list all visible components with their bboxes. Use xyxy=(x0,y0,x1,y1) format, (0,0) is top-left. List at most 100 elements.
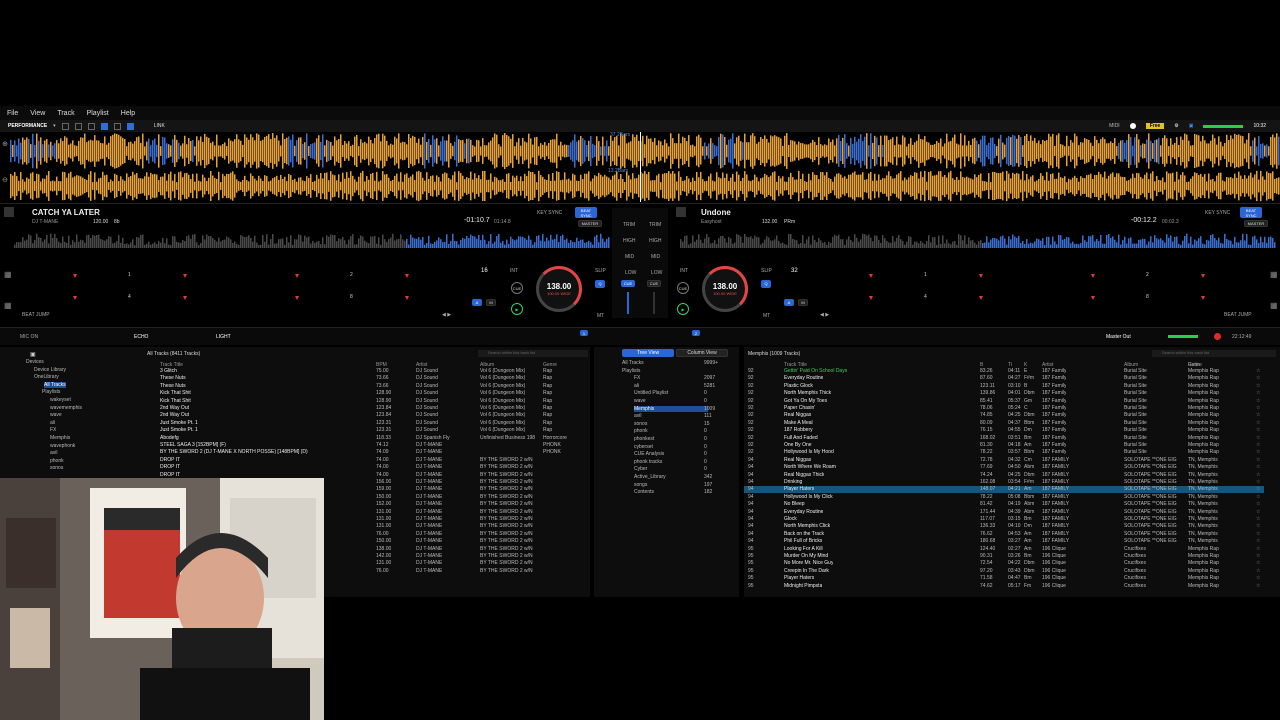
left-table-cell[interactable]: BY THE SWORD 2 w/N xyxy=(480,494,533,501)
right-table-cell[interactable]: Real Niggas xyxy=(784,412,811,419)
right-table-cell[interactable]: SOLOTAPE **ONE EIG xyxy=(1124,494,1177,501)
left-table-cell[interactable]: 152.00 xyxy=(376,501,391,508)
tree-item[interactable]: wavememphis xyxy=(50,405,82,411)
right-table-cell[interactable]: Gettin' Paid On School Days xyxy=(784,368,847,375)
right-table-cell[interactable]: 187 Family xyxy=(1042,383,1066,390)
deck1-cue-button[interactable]: CUE xyxy=(511,282,523,294)
left-table-cell[interactable]: DJ T-MANE xyxy=(416,568,442,575)
left-table-cell[interactable]: Vol 6 (Dungeon Mix) xyxy=(480,368,525,375)
left-table-cell[interactable]: These Nuts xyxy=(160,383,186,390)
right-table-cell[interactable]: 90.31 xyxy=(980,553,993,560)
right-table-cell[interactable]: Phil Full of Bricks xyxy=(784,538,822,545)
rating-star-icon[interactable]: ☆ xyxy=(1256,575,1260,582)
right-table-cell[interactable]: 76.15 xyxy=(980,427,993,434)
deck2-menu-icon[interactable]: ▦ xyxy=(1270,301,1278,310)
right-table-cell[interactable]: North Memphis Thick xyxy=(784,390,831,397)
right-table-cell[interactable]: 04:53 xyxy=(1008,531,1021,538)
right-table-cell[interactable]: 92 xyxy=(748,398,754,405)
deck2-q-button[interactable]: Q xyxy=(761,280,771,288)
left-table-cell[interactable]: DJ T-MANE xyxy=(416,538,442,545)
playlist-item[interactable]: songs xyxy=(634,482,708,488)
right-table-cell[interactable]: TN, Memphis xyxy=(1188,509,1218,516)
playlist-item[interactable]: Contents xyxy=(634,489,708,495)
deck1-int[interactable]: INT xyxy=(510,268,518,274)
rating-star-icon[interactable]: ☆ xyxy=(1256,405,1260,412)
channel-fader-2[interactable] xyxy=(653,292,655,314)
right-table-cell[interactable]: 123.11 xyxy=(980,383,995,390)
right-table-cell[interactable]: Dbm xyxy=(1024,568,1035,575)
deck2-beat-sync-button[interactable]: BEAT SYNC xyxy=(1240,207,1262,218)
menu-view[interactable]: View xyxy=(30,110,45,117)
left-table-cell[interactable]: 73.66 xyxy=(376,383,389,390)
right-table-cell[interactable]: 92 xyxy=(748,442,754,449)
right-table-cell[interactable]: Am xyxy=(1024,538,1032,545)
rating-star-icon[interactable]: ☆ xyxy=(1256,442,1260,449)
left-table-cell[interactable]: DJ Sound xyxy=(416,375,438,382)
right-table-cell[interactable]: 87.60 xyxy=(980,375,993,382)
deck1-beat-jump[interactable]: BEAT JUMP xyxy=(22,312,50,318)
right-table-cell[interactable]: Burial Site xyxy=(1124,420,1147,427)
left-table-cell[interactable]: DJ T-MANE xyxy=(416,479,442,486)
right-table-cell[interactable]: 124.40 xyxy=(980,546,995,553)
right-table-cell[interactable]: Memphis Rap xyxy=(1188,442,1219,449)
right-table-cell[interactable]: Am xyxy=(1024,486,1032,493)
cue-button-2[interactable]: CUE xyxy=(647,280,661,287)
right-table-cell[interactable]: 187 Family xyxy=(1042,412,1066,419)
left-table-cell[interactable]: Rap xyxy=(543,398,552,405)
right-table-cell[interactable]: 95 xyxy=(748,553,754,560)
rating-star-icon[interactable]: ☆ xyxy=(1256,583,1260,590)
left-table-cell[interactable]: DJ T-MANE xyxy=(416,494,442,501)
deck2-loop-size[interactable]: 32 xyxy=(791,268,798,274)
hotcue-pad-label[interactable]: 1 xyxy=(924,272,927,278)
right-table-cell[interactable]: 187 Family xyxy=(1042,375,1066,382)
rating-star-icon[interactable]: ☆ xyxy=(1256,523,1260,530)
right-table-cell[interactable]: 196 Clique xyxy=(1042,568,1066,575)
right-table-cell[interactable]: Make A Meal xyxy=(784,420,813,427)
left-table-cell[interactable]: 159.00 xyxy=(376,486,391,493)
tree-item[interactable]: sonos xyxy=(50,465,63,471)
left-table-cell[interactable]: Just Smoke Pt. 1 xyxy=(160,427,198,434)
left-table-cell[interactable]: 150.00 xyxy=(376,494,391,501)
right-table-cell[interactable]: One By One xyxy=(784,442,812,449)
right-table-cell[interactable]: 187 Family xyxy=(1042,405,1066,412)
left-table-cell[interactable]: DJ T-MANE xyxy=(416,486,442,493)
left-table-cell[interactable]: DJ Sound xyxy=(416,420,438,427)
right-table-cell[interactable]: 92 xyxy=(748,427,754,434)
four-deck-icon[interactable] xyxy=(113,122,121,130)
right-table-cell[interactable]: 04:50 xyxy=(1008,464,1021,471)
right-table-cell[interactable]: Dbm xyxy=(1024,412,1035,419)
left-table-cell[interactable]: BY THE SWORD 2 w/N xyxy=(480,472,533,479)
right-table-cell[interactable]: 187 Family xyxy=(1042,390,1066,397)
menu-help[interactable]: Help xyxy=(121,110,135,117)
right-table-cell[interactable]: 04:27 xyxy=(1008,375,1021,382)
right-table-cell[interactable]: 94 xyxy=(748,538,754,545)
right-table-cell[interactable]: 74.62 xyxy=(980,583,993,590)
right-table-cell[interactable]: 187 Family xyxy=(1042,435,1066,442)
deck1-key-sync[interactable]: KEY SYNC xyxy=(537,210,562,216)
playlist-item[interactable]: phonkest xyxy=(634,436,708,442)
right-table-cell[interactable]: Full And Faded xyxy=(784,435,818,442)
rating-star-icon[interactable]: ☆ xyxy=(1256,568,1260,575)
right-table-cell[interactable]: 04:18 xyxy=(1008,442,1021,449)
left-table-cell[interactable]: Unfinished Business 198 xyxy=(480,435,535,442)
playlist-item[interactable]: cyberset xyxy=(634,444,708,450)
left-table-cell[interactable]: 123.31 xyxy=(376,420,391,427)
deck2-grid-icon[interactable]: ▦ xyxy=(1270,270,1278,279)
right-table-cell[interactable]: E xyxy=(1024,368,1027,375)
left-table-cell[interactable]: 74.00 xyxy=(376,457,389,464)
right-table-cell[interactable]: Crucifixes xyxy=(1124,568,1146,575)
deck1-m-button[interactable]: M xyxy=(486,299,496,306)
right-table-cell[interactable]: 78.22 xyxy=(980,494,993,501)
tree-item[interactable]: ali xyxy=(50,420,55,426)
right-table-cell[interactable]: Bbm xyxy=(1024,420,1034,427)
right-table-cell[interactable]: Bbm xyxy=(1024,494,1034,501)
rating-star-icon[interactable]: ☆ xyxy=(1256,457,1260,464)
right-table-cell[interactable]: Creepin In The Dark xyxy=(784,568,829,575)
right-table-cell[interactable]: 187 FAMILY xyxy=(1042,501,1069,508)
right-table-cell[interactable]: Am xyxy=(1024,531,1032,538)
right-table-cell[interactable]: 162.08 xyxy=(980,479,995,486)
right-table-cell[interactable]: 95 xyxy=(748,546,754,553)
right-table-cell[interactable]: 83.26 xyxy=(980,368,993,375)
right-table-cell[interactable]: 187 FAMILY xyxy=(1042,516,1069,523)
right-table-cell[interactable]: TN, Memphis xyxy=(1188,486,1218,493)
